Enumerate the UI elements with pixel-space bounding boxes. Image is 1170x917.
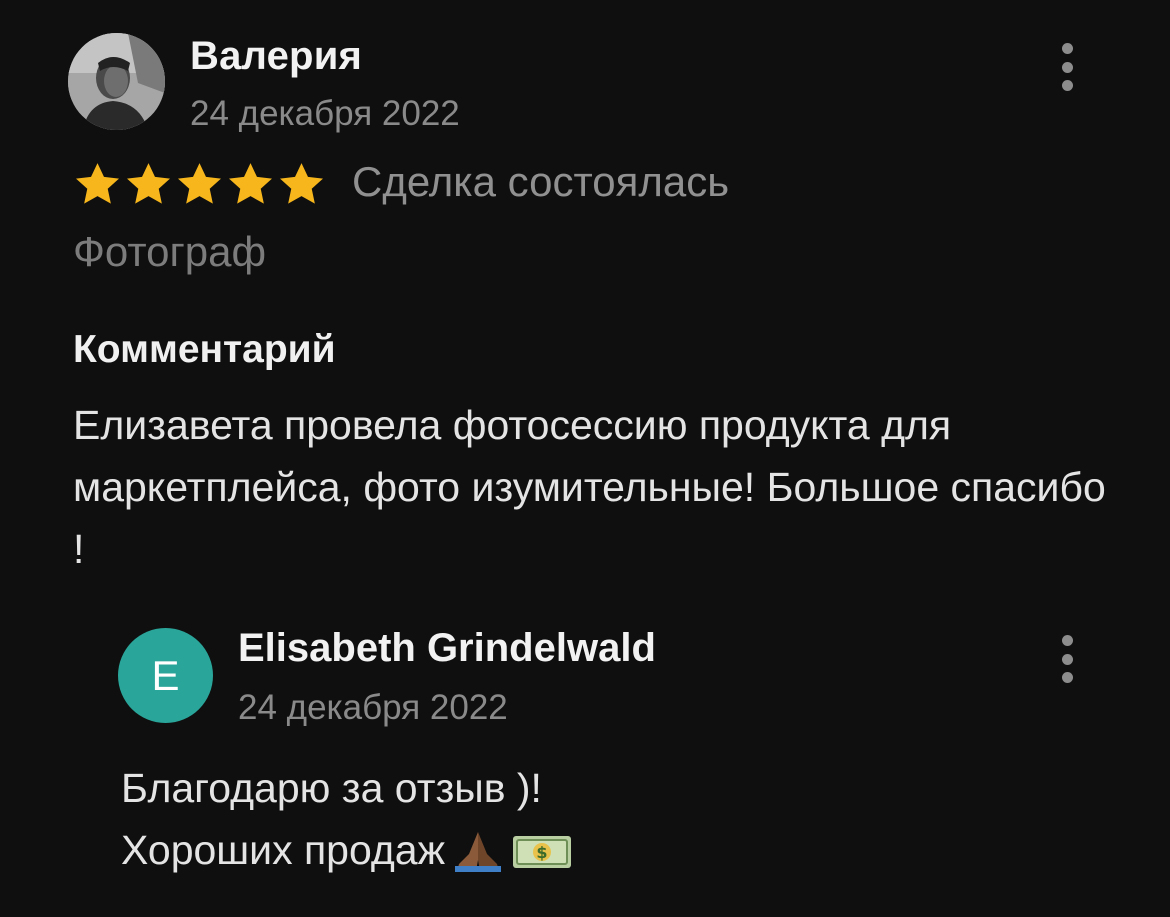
reply-date: 24 декабря 2022 bbox=[238, 688, 508, 727]
reply-line-2: Хороших продаж bbox=[121, 827, 446, 873]
reply-author-name[interactable]: Elisabeth Grindelwald bbox=[238, 626, 656, 671]
reply-avatar-letter: E bbox=[151, 651, 180, 699]
star-icon bbox=[229, 163, 272, 204]
service-category: Фотограф bbox=[73, 228, 267, 275]
reply-more-menu-button[interactable] bbox=[1057, 635, 1077, 683]
comment-heading: Комментарий bbox=[73, 328, 336, 371]
review-card: Валерия 24 декабря 2022 Сделка состоялас… bbox=[0, 0, 1170, 917]
more-vertical-icon bbox=[1061, 635, 1073, 646]
reply-line-1: Благодарю за отзыв )! bbox=[121, 765, 542, 811]
folded-hands-icon bbox=[455, 832, 502, 872]
star-rating bbox=[72, 160, 327, 208]
dollar-banknote-icon: $ bbox=[513, 836, 572, 868]
reviewer-name[interactable]: Валерия bbox=[190, 34, 362, 79]
reviewer-avatar[interactable] bbox=[68, 33, 165, 130]
user-photo-avatar-icon bbox=[68, 33, 165, 130]
deal-status: Сделка состоялась bbox=[352, 158, 730, 205]
review-date: 24 декабря 2022 bbox=[190, 94, 460, 133]
reply-line-2-wrap: Хороших продаж $ bbox=[121, 819, 573, 881]
reply-text: Благодарю за отзыв )! Хороших продаж $ bbox=[121, 757, 573, 881]
comment-text: Елизавета провела фотосессию продукта дл… bbox=[73, 402, 1106, 572]
reply-avatar[interactable]: E bbox=[118, 628, 213, 723]
more-vertical-icon bbox=[1061, 43, 1073, 54]
star-icon bbox=[127, 163, 170, 204]
star-icon bbox=[280, 163, 323, 204]
star-icon bbox=[76, 163, 119, 204]
star-icon bbox=[178, 163, 221, 204]
review-more-menu-button[interactable] bbox=[1057, 43, 1077, 91]
svg-text:$: $ bbox=[536, 843, 547, 862]
